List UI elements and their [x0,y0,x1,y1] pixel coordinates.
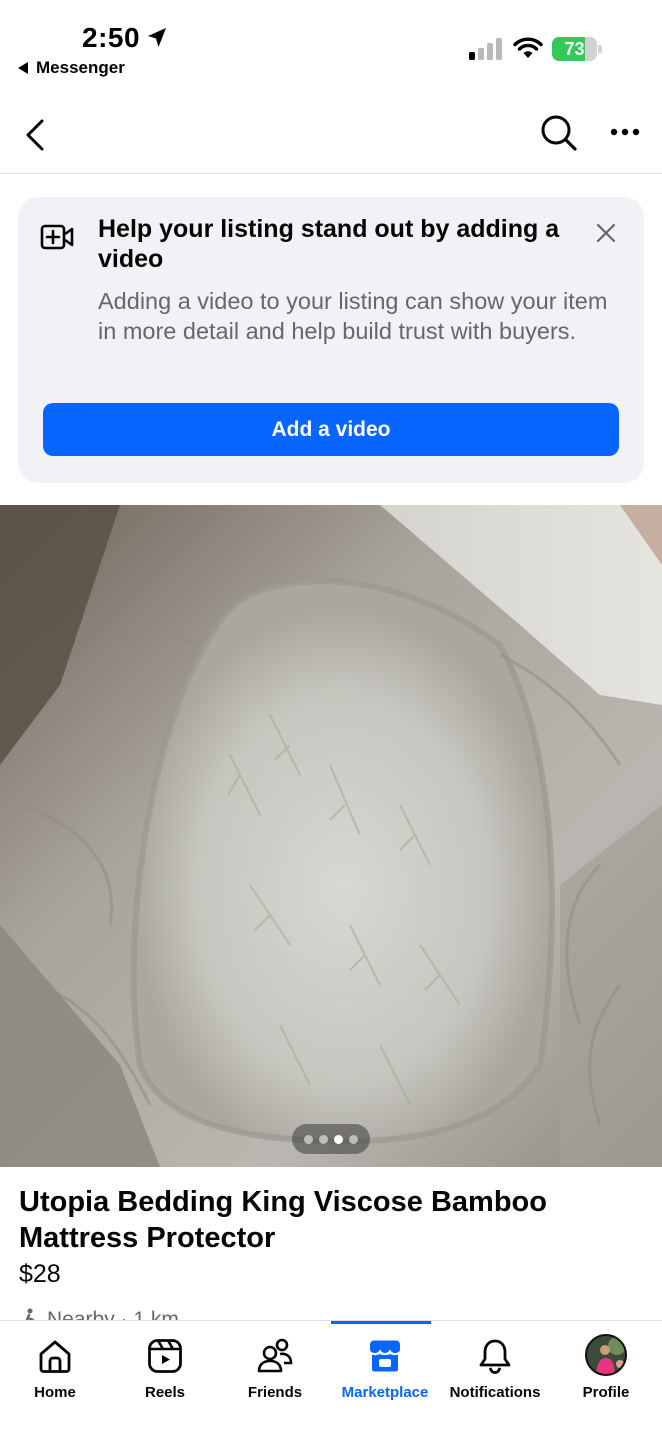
cellular-signal-icon [469,38,502,60]
mattress-protector-photo [0,505,662,1167]
battery-level: 73 [564,39,585,59]
banner-description: Adding a video to your listing can show … [98,288,608,344]
tab-friends[interactable]: Friends [220,1321,330,1421]
close-icon[interactable] [594,221,618,245]
location-arrow-icon [148,28,166,47]
home-icon [39,1340,71,1373]
avatar [585,1334,627,1376]
back-triangle-icon [18,62,28,74]
video-add-icon [40,224,74,250]
status-bar: 2:50 Messenger 73 [0,0,662,90]
more-horizontal-icon[interactable] [606,120,646,144]
battery-indicator: 73 [552,37,602,61]
add-video-banner: Help your listing stand out by adding a … [18,197,644,483]
tab-notifications[interactable]: Notifications [440,1321,550,1421]
listing-photo[interactable] [0,505,662,1167]
tab-reels[interactable]: Reels [110,1321,220,1421]
wifi-icon [513,37,543,58]
tab-notifications-label: Notifications [449,1384,541,1401]
reels-icon [148,1339,182,1373]
top-nav-bar [0,90,662,174]
banner-title: Help your listing stand out by adding a … [98,215,560,273]
active-tab-indicator [331,1321,431,1324]
photo-pager [292,1124,370,1154]
status-time: 2:50 [82,22,141,53]
bottom-tab-bar: Home Reels Friends Marketplace Notificat… [0,1320,662,1440]
friends-icon [257,1338,293,1373]
add-video-button[interactable]: Add a video [43,403,619,456]
pager-dot [304,1134,313,1144]
tab-friends-label: Friends [247,1384,303,1401]
search-icon[interactable] [540,114,578,152]
marketplace-icon [370,1340,400,1372]
tab-home[interactable]: Home [0,1321,110,1421]
tab-profile-label: Profile [582,1384,630,1401]
bell-icon [479,1339,511,1374]
back-to-messenger-link[interactable]: Messenger [18,58,125,78]
tab-marketplace-label: Marketplace [341,1384,429,1401]
pager-dot [334,1134,343,1144]
back-app-label: Messenger [36,58,125,77]
tab-home-label: Home [34,1384,76,1401]
chevron-left-icon[interactable] [22,118,50,152]
listing-title: Utopia Bedding King Viscose Bamboo Mattr… [19,1186,547,1254]
pager-dot [319,1134,328,1144]
tab-reels-label: Reels [144,1384,186,1401]
tab-marketplace[interactable]: Marketplace [330,1321,440,1421]
pager-dot [349,1134,358,1144]
tab-profile[interactable]: Profile [551,1321,661,1421]
listing-price: $28 [19,1260,61,1288]
